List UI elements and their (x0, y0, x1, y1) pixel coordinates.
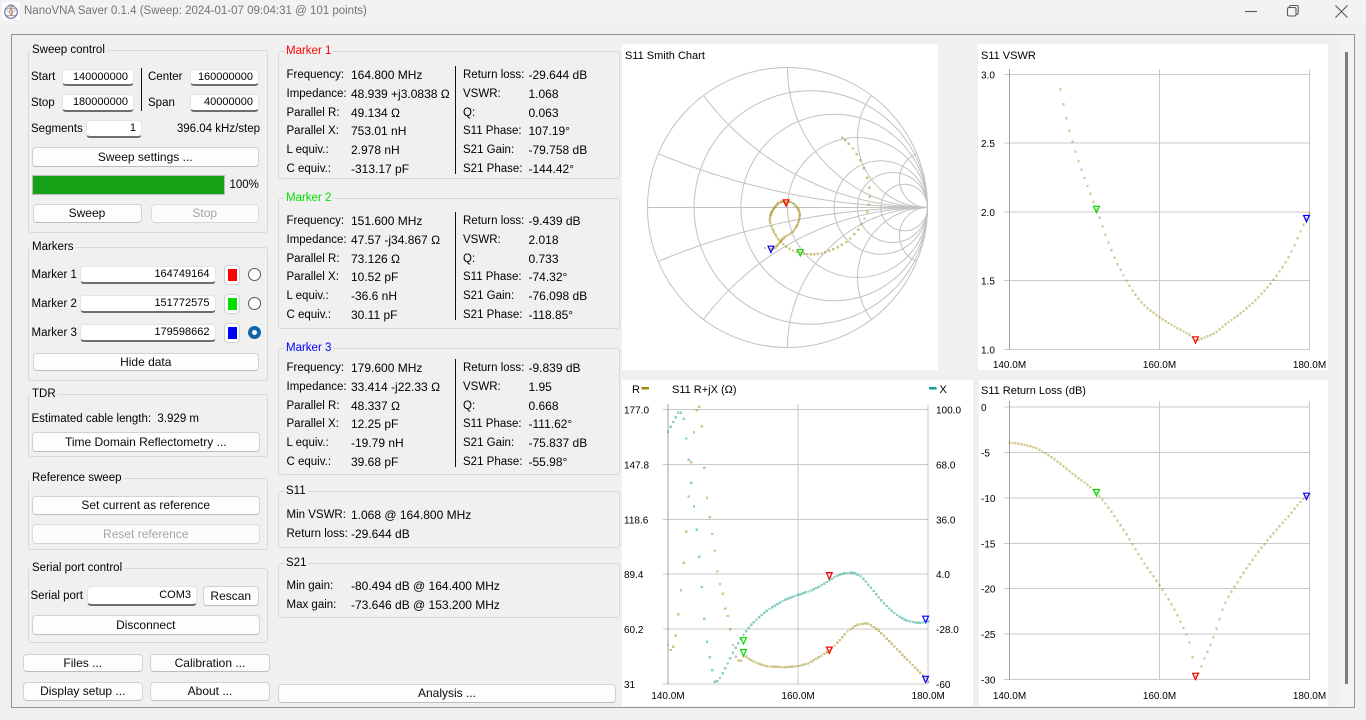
svg-text:-10: -10 (981, 494, 996, 505)
svg-text:1.0: 1.0 (981, 345, 995, 356)
svg-text:60.2: 60.2 (624, 625, 644, 636)
svg-text:R: R (632, 384, 640, 396)
svg-text:2.0: 2.0 (981, 208, 995, 219)
svg-text:-28.0: -28.0 (936, 625, 959, 636)
svg-text:-20: -20 (981, 585, 996, 596)
svg-text:177.0: 177.0 (624, 406, 649, 417)
svg-text:180.0M: 180.0M (912, 691, 945, 702)
svg-text:140.0M: 140.0M (993, 691, 1026, 702)
svg-text:147.8: 147.8 (624, 460, 649, 471)
svg-text:-15: -15 (981, 539, 996, 550)
svg-text:-60: -60 (936, 680, 951, 691)
svg-text:160.0M: 160.0M (1143, 691, 1176, 702)
svg-text:S11 R+jX (Ω): S11 R+jX (Ω) (672, 384, 737, 396)
svg-text:X: X (940, 384, 948, 396)
svg-text:160.0M: 160.0M (1143, 360, 1176, 370)
svg-text:31: 31 (624, 680, 636, 691)
svg-text:140.0M: 140.0M (651, 691, 684, 702)
svg-text:89.4: 89.4 (624, 570, 644, 581)
svg-text:S11 Smith Chart: S11 Smith Chart (625, 50, 705, 62)
svg-text:140.0M: 140.0M (993, 360, 1026, 370)
svg-text:100.0: 100.0 (936, 406, 961, 417)
svg-text:-25: -25 (981, 630, 996, 641)
svg-text:36.0: 36.0 (936, 515, 956, 526)
svg-text:2.5: 2.5 (981, 139, 995, 150)
svg-text:68.0: 68.0 (936, 460, 956, 471)
svg-text:160.0M: 160.0M (781, 691, 814, 702)
svg-text:S11 Return Loss (dB): S11 Return Loss (dB) (981, 385, 1086, 397)
svg-text:3.0: 3.0 (981, 71, 995, 82)
svg-text:-5: -5 (981, 448, 990, 459)
svg-text:180.0M: 180.0M (1293, 691, 1326, 702)
svg-text:180.0M: 180.0M (1293, 360, 1326, 370)
svg-text:4.0: 4.0 (936, 570, 950, 581)
svg-text:-30: -30 (981, 676, 996, 687)
svg-text:0: 0 (981, 403, 987, 414)
svg-text:S11 VSWR: S11 VSWR (981, 50, 1036, 62)
svg-text:118.6: 118.6 (624, 515, 649, 526)
svg-text:1.5: 1.5 (981, 277, 995, 288)
